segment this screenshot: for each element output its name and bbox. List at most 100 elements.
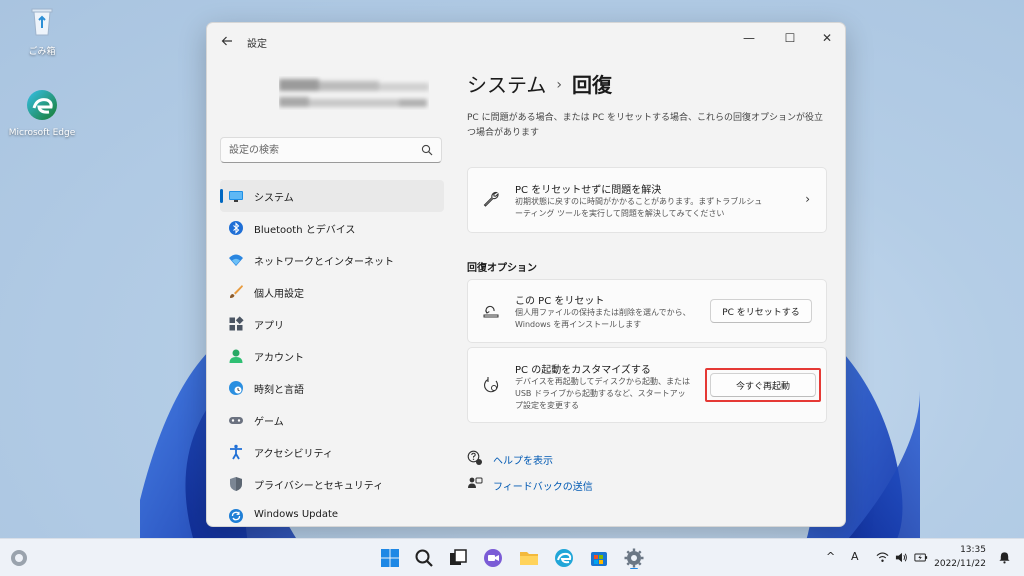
arrow-left-icon <box>221 36 232 46</box>
chat-icon[interactable] <box>482 547 504 569</box>
monitor-icon <box>229 191 243 202</box>
taskbar-clock[interactable]: 13:35 2022/11/22 <box>934 543 986 571</box>
help-icon <box>467 450 482 465</box>
clock-time: 13:35 <box>960 545 986 555</box>
wifi-icon[interactable] <box>876 551 889 564</box>
card-description: 初期状態に戻すのに時間がかかることがあります。まずトラブルシューティング ツール… <box>515 197 763 218</box>
sidebar-item-label: 時刻と言語 <box>254 385 304 396</box>
sidebar-item-time-language[interactable]: 時刻と言語 <box>220 372 444 404</box>
sidebar-item-windows-update[interactable]: Windows Update <box>220 500 444 526</box>
sidebar-item-system[interactable]: システム <box>220 180 444 212</box>
help-link-label: ヘルプを表示 <box>493 456 553 467</box>
sidebar-item-label: Bluetooth とデバイス <box>254 225 356 236</box>
wrench-icon <box>483 191 499 207</box>
help-link[interactable]: ヘルプを表示 <box>467 449 577 467</box>
highlight-box <box>705 368 821 402</box>
search-input[interactable] <box>229 142 409 158</box>
reset-pc-icon <box>483 305 499 318</box>
sidebar-item-label: ゲーム <box>254 417 284 428</box>
card-title: PC の起動をカスタマイズする <box>515 365 651 376</box>
sidebar-item-apps[interactable]: アプリ <box>220 308 444 340</box>
apps-icon <box>229 316 244 331</box>
title-bar[interactable]: 設定 — ☐ ✕ <box>207 23 845 59</box>
feedback-link[interactable]: フィードバックの送信 <box>467 475 597 493</box>
bluetooth-icon <box>229 221 243 235</box>
update-icon <box>229 509 243 523</box>
sidebar-item-label: アクセシビリティ <box>254 449 333 460</box>
shield-icon <box>230 477 242 491</box>
section-title: 回復オプション <box>467 263 537 274</box>
settings-search-box[interactable] <box>220 137 442 163</box>
sidebar-item-label: 個人用設定 <box>254 289 304 300</box>
minimize-icon: — <box>743 31 755 45</box>
sidebar-item-label: プライバシーとセキュリティ <box>254 481 384 492</box>
sidebar-item-label: アプリ <box>254 321 284 332</box>
volume-icon[interactable] <box>895 551 908 564</box>
sidebar-item-bluetooth[interactable]: Bluetooth とデバイス <box>220 212 444 244</box>
reset-pc-button[interactable]: PC をリセットする <box>710 299 812 323</box>
minimize-button[interactable]: — <box>731 27 767 49</box>
file-explorer-icon[interactable] <box>518 547 540 569</box>
sidebar-nav: システム Bluetooth とデバイス ネットワークとインターネット 個人用設… <box>220 180 444 526</box>
close-button[interactable]: ✕ <box>809 27 845 49</box>
sidebar-item-personalization[interactable]: 個人用設定 <box>220 276 444 308</box>
brush-icon <box>230 285 243 298</box>
store-icon[interactable] <box>588 547 610 569</box>
troubleshoot-card[interactable]: PC をリセットせずに問題を解決 初期状態に戻すのに時間がかかることがあります。… <box>467 167 827 233</box>
sidebar-item-privacy-security[interactable]: プライバシーとセキュリティ <box>220 468 444 500</box>
maximize-icon: ☐ <box>784 31 796 45</box>
card-description: 個人用ファイルの保持または削除を選んでから、Windows を再インストールしま… <box>515 308 691 329</box>
breadcrumb-separator-icon: › <box>556 77 563 93</box>
desktop-icon-label: ごみ箱 <box>28 47 56 57</box>
task-view-icon[interactable] <box>447 547 469 569</box>
desktop-recycle-bin[interactable]: ごみ箱 <box>4 4 80 57</box>
search-icon[interactable] <box>413 547 435 569</box>
sidebar-item-gaming[interactable]: ゲーム <box>220 404 444 436</box>
sidebar-item-label: アカウント <box>254 353 304 364</box>
accessibility-icon <box>230 444 242 460</box>
notification-bell-icon[interactable] <box>998 551 1011 564</box>
taskbar: ^ A 13:35 2022/11/22 <box>0 538 1024 576</box>
back-button[interactable] <box>217 31 237 51</box>
search-icon[interactable] <box>421 144 433 156</box>
widgets-icon[interactable] <box>8 547 30 569</box>
show-hidden-icons-icon[interactable]: ^ <box>826 550 835 563</box>
chevron-right-icon: › <box>805 192 810 206</box>
recycle-bin-icon <box>31 8 53 36</box>
startup-gear-icon <box>484 377 499 393</box>
close-icon: ✕ <box>821 31 833 45</box>
card-title: PC をリセットせずに問題を解決 <box>515 185 662 196</box>
wifi-icon <box>229 254 243 266</box>
card-title: この PC をリセット <box>515 296 605 307</box>
card-description: デバイスを再起動してディスクから起動、または USB ドライブから起動するなど、… <box>515 377 690 410</box>
start-icon[interactable] <box>379 547 401 569</box>
battery-icon[interactable] <box>914 551 928 564</box>
feedback-icon <box>468 477 483 488</box>
window-title: 設定 <box>247 39 267 50</box>
sidebar-item-network[interactable]: ネットワークとインターネット <box>220 244 444 276</box>
ime-indicator[interactable]: A <box>851 550 859 563</box>
reset-pc-card: この PC をリセット 個人用ファイルの保持または削除を選んでから、Window… <box>467 279 827 343</box>
maximize-button[interactable]: ☐ <box>772 27 808 49</box>
breadcrumb-parent[interactable]: システム <box>467 73 546 97</box>
sidebar-item-label: ネットワークとインターネット <box>254 257 394 268</box>
custom-startup-card: PC の起動をカスタマイズする デバイスを再起動してディスクから起動、または U… <box>467 347 827 423</box>
page-description: PC に問題がある場合、または PC をリセットする場合、これらの回復オプション… <box>467 113 824 138</box>
sidebar-item-label: システム <box>254 193 294 204</box>
desktop-icon-label: Microsoft Edge <box>8 128 76 138</box>
profile-account-blurred[interactable] <box>279 75 429 115</box>
person-icon <box>229 349 243 363</box>
sidebar-item-accounts[interactable]: アカウント <box>220 340 444 372</box>
gamepad-icon <box>229 417 243 424</box>
desktop-microsoft-edge[interactable]: Microsoft Edge <box>4 88 80 138</box>
edge-icon <box>27 90 57 120</box>
globe-clock-icon <box>229 381 243 395</box>
settings-gear-icon[interactable] <box>623 547 645 569</box>
settings-window: 設定 — ☐ ✕ 設定の検索 システム Bluetooth とデバイス ネットワ… <box>206 22 846 527</box>
sidebar-item-label: Windows Update <box>254 509 339 520</box>
edge-icon[interactable] <box>553 547 575 569</box>
sidebar-item-accessibility[interactable]: アクセシビリティ <box>220 436 444 468</box>
clock-date: 2022/11/22 <box>934 559 986 569</box>
breadcrumb: システム › 回復 <box>467 69 612 98</box>
page-title: 回復 <box>572 73 613 97</box>
